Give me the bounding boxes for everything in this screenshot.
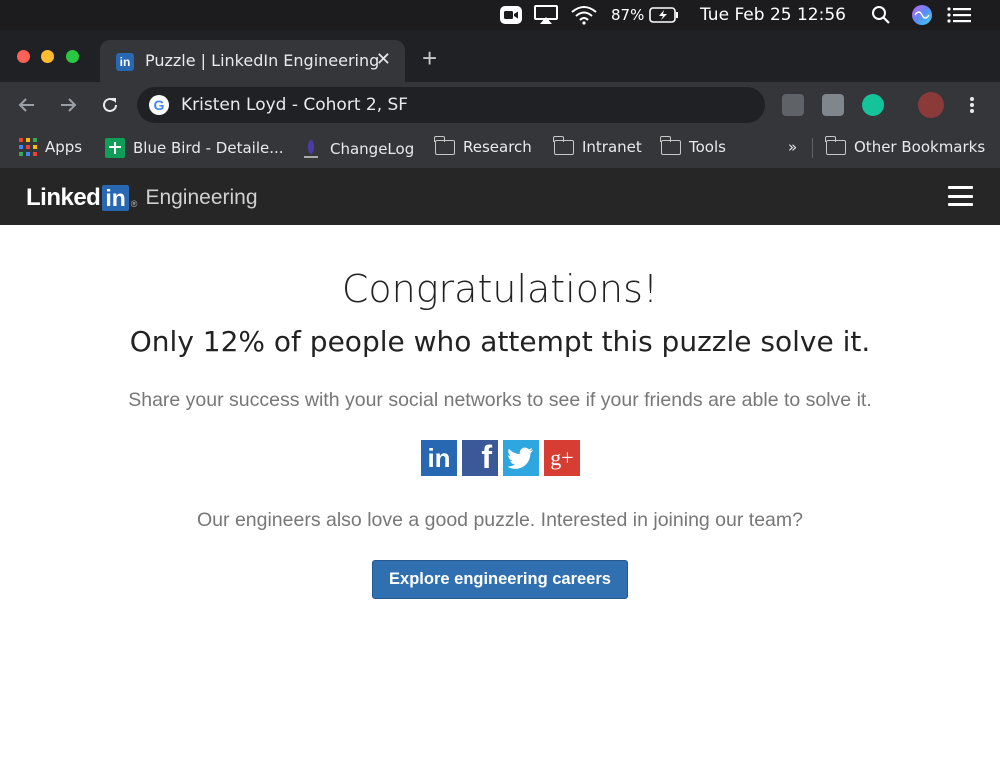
logo-in-box: in — [102, 185, 129, 211]
siri-icon[interactable] — [911, 5, 933, 25]
folder-icon — [553, 135, 574, 155]
new-tab-button[interactable]: + — [422, 45, 437, 71]
apps-grid-icon — [19, 138, 37, 156]
bookmark-label: ChangeLog — [330, 140, 415, 158]
folder-icon — [660, 135, 681, 155]
forward-button[interactable] — [53, 90, 83, 120]
tab-strip: in Puzzle | LinkedIn Engineering ✕ + — [0, 30, 1000, 82]
bookmark-label: Blue Bird - Detaile... — [133, 139, 284, 157]
logo-section-name: Engineering — [145, 186, 258, 209]
bookmark-blue-bird[interactable]: Blue Bird - Detaile... — [105, 138, 284, 158]
battery-icon[interactable] — [649, 5, 679, 25]
bookmark-apps[interactable]: Apps — [19, 138, 82, 156]
macos-menubar: 87% Tue Feb 25 12:56 — [0, 0, 1000, 30]
bookmark-research[interactable]: Research — [434, 135, 532, 156]
bookmark-label: Research — [463, 138, 532, 156]
notification-center-icon[interactable] — [947, 5, 971, 25]
solve-rate-subheading: Only 12% of people who attempt this puzz… — [129, 325, 871, 358]
reload-button[interactable] — [95, 90, 125, 120]
address-bar[interactable]: G Kristen Loyd - Cohort 2, SF — [137, 87, 765, 123]
bookmark-changelog[interactable]: ChangeLog — [300, 138, 414, 160]
facebook-share-label: f — [481, 439, 492, 475]
bookmark-label: » — [788, 138, 798, 156]
sheets-icon — [105, 138, 125, 158]
battery-percent: 87% — [611, 6, 645, 24]
wifi-icon[interactable] — [571, 5, 597, 25]
zoom-icon[interactable] — [500, 5, 522, 25]
google-plus-share-icon[interactable]: g+ — [544, 440, 580, 476]
site-header: Linked in ® Engineering — [0, 168, 1000, 225]
logo-word: Linked — [26, 184, 101, 211]
share-prompt-text: Share your success with your social netw… — [128, 389, 872, 411]
hamburger-menu-icon[interactable] — [948, 186, 973, 206]
back-arrow-icon — [18, 98, 34, 112]
lightbulb-extension-icon[interactable] — [782, 94, 804, 116]
google-plus-share-label: g+ — [550, 445, 574, 470]
facebook-share-icon[interactable]: f — [462, 439, 498, 476]
main-content: Congratulations! Only 12% of people who … — [0, 225, 1000, 768]
bookmark-label: Intranet — [582, 138, 642, 156]
linkedin-share-label: in — [427, 442, 451, 473]
bookmark-label: Other Bookmarks — [854, 138, 986, 156]
explore-careers-button[interactable]: Explore engineering careers — [372, 560, 628, 599]
airplay-icon[interactable] — [534, 5, 558, 25]
social-share-buttons: in f g+ — [421, 439, 580, 476]
grammarly-extension-icon[interactable] — [862, 94, 884, 116]
browser-toolbar: G Kristen Loyd - Cohort 2, SF — [0, 82, 1000, 128]
chrome-menu-button[interactable] — [957, 90, 987, 120]
more-vertical-icon — [970, 97, 974, 113]
bookmark-tools[interactable]: Tools — [660, 135, 726, 156]
bookmark-other-bookmarks[interactable]: Other Bookmarks — [825, 135, 986, 156]
logo-registered-mark: ® — [130, 199, 138, 209]
back-button[interactable] — [12, 90, 42, 120]
close-window-button[interactable] — [17, 50, 30, 63]
forward-arrow-icon — [61, 98, 77, 112]
congratulations-heading: Congratulations! — [341, 267, 659, 311]
changelog-icon — [304, 140, 318, 158]
bookmarks-bar: Apps Blue Bird - Detaile... ChangeLog Re… — [0, 128, 1000, 168]
twitter-bird-icon — [508, 447, 533, 469]
maximize-window-button[interactable] — [66, 50, 79, 63]
linkedin-favicon-icon: in — [116, 53, 134, 71]
bookmarks-divider — [812, 138, 813, 158]
minimize-window-button[interactable] — [41, 50, 54, 63]
qr-extension-icon[interactable] — [822, 94, 844, 116]
folder-icon — [825, 135, 846, 155]
bookmarks-overflow-button[interactable]: » — [788, 138, 797, 156]
bookmark-label: Tools — [689, 138, 726, 156]
tab-puzzle[interactable]: in Puzzle | LinkedIn Engineering ✕ — [100, 40, 405, 82]
linkedin-engineering-logo[interactable]: Linked in ® Engineering — [26, 184, 258, 212]
spotlight-search-icon[interactable] — [870, 5, 892, 25]
linkedin-share-icon[interactable]: in — [421, 440, 457, 476]
bookmark-intranet[interactable]: Intranet — [553, 135, 642, 156]
bookmark-label: Apps — [45, 138, 83, 156]
join-team-text: Our engineers also love a good puzzle. I… — [197, 509, 803, 531]
google-icon: G — [149, 95, 169, 115]
tab-close-button[interactable]: ✕ — [376, 49, 391, 70]
folder-icon — [434, 135, 455, 155]
reload-icon — [103, 97, 117, 112]
address-bar-text: Kristen Loyd - Cohort 2, SF — [181, 95, 409, 115]
twitter-share-icon[interactable] — [503, 440, 539, 476]
menubar-clock[interactable]: Tue Feb 25 12:56 — [700, 5, 846, 25]
profile-avatar[interactable] — [918, 92, 944, 118]
tab-title: Puzzle | LinkedIn Engineering — [145, 51, 380, 70]
